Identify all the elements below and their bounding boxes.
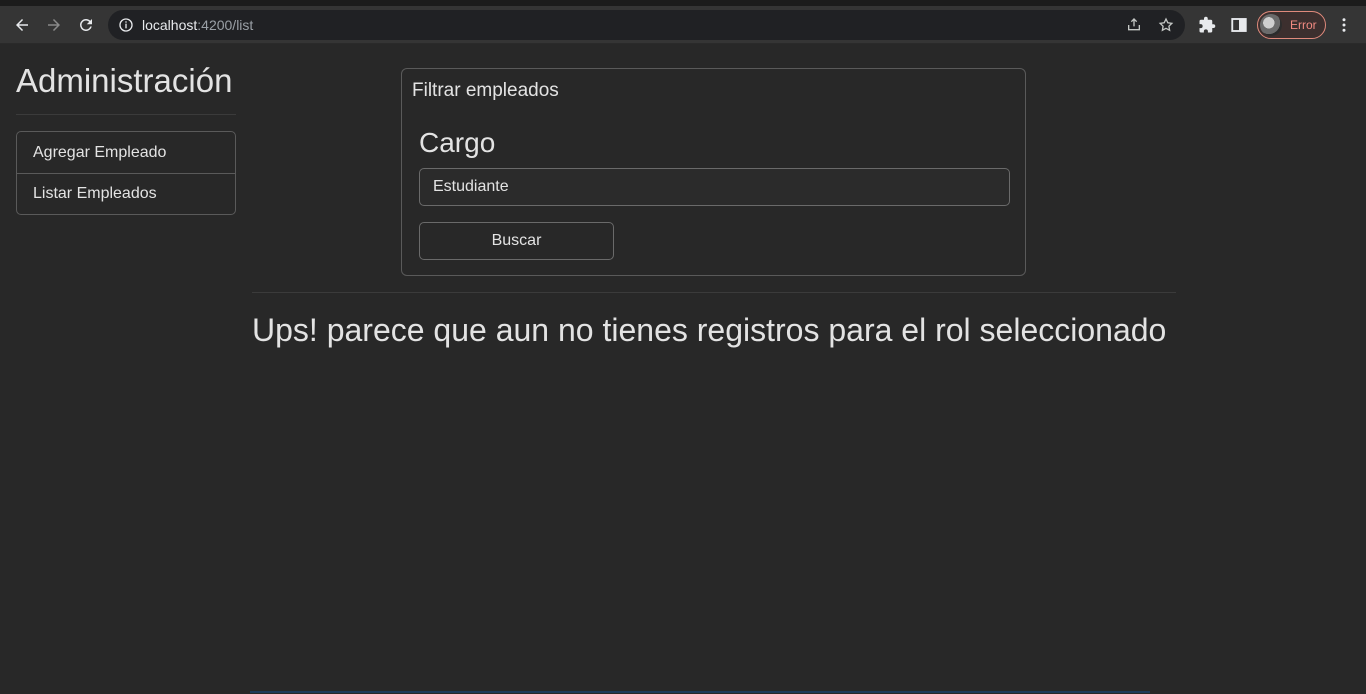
- arrow-right-icon: [48, 19, 60, 31]
- more-menu-icon[interactable]: [1335, 16, 1353, 34]
- back-button[interactable]: [6, 9, 38, 41]
- url-host: localhost: [142, 17, 198, 33]
- arrow-left-icon: [16, 19, 28, 31]
- sidebar-item-list-employees[interactable]: Listar Empleados: [17, 173, 235, 214]
- share-icon[interactable]: [1126, 17, 1142, 33]
- side-panel-icon[interactable]: [1230, 16, 1248, 34]
- info-icon[interactable]: [118, 17, 134, 33]
- page-title: Administración: [16, 62, 233, 99]
- address-bar[interactable]: localhost:4200/list: [108, 10, 1185, 40]
- title-divider: [16, 114, 236, 115]
- profile-button[interactable]: Error: [1257, 11, 1326, 39]
- reload-button[interactable]: [70, 9, 102, 41]
- filter-card: Filtrar empleados Cargo Buscar: [401, 68, 1026, 276]
- sidebar-menu: Agregar Empleado Listar Empleados: [16, 131, 236, 215]
- url-text[interactable]: localhost:4200/list: [142, 17, 253, 33]
- reload-icon: [80, 18, 92, 31]
- search-button[interactable]: Buscar: [419, 222, 614, 260]
- forward-button[interactable]: [38, 9, 70, 41]
- empty-state-message: Ups! parece que aun no tienes registros …: [252, 312, 1167, 348]
- sidebar-item-add-employee[interactable]: Agregar Empleado: [17, 132, 235, 173]
- url-path: :4200/list: [197, 17, 254, 33]
- browser-toolbar: localhost:4200/list Error: [0, 6, 1366, 44]
- extensions-icon[interactable]: [1198, 16, 1216, 34]
- profile-error-label: Error: [1290, 18, 1317, 32]
- avatar: [1260, 14, 1282, 36]
- cargo-input[interactable]: [419, 168, 1010, 206]
- filter-title: Filtrar empleados: [412, 80, 559, 101]
- bottom-edge: [250, 691, 1150, 693]
- cargo-label: Cargo: [419, 127, 496, 158]
- content-divider: [252, 292, 1176, 293]
- star-icon[interactable]: [1158, 17, 1174, 33]
